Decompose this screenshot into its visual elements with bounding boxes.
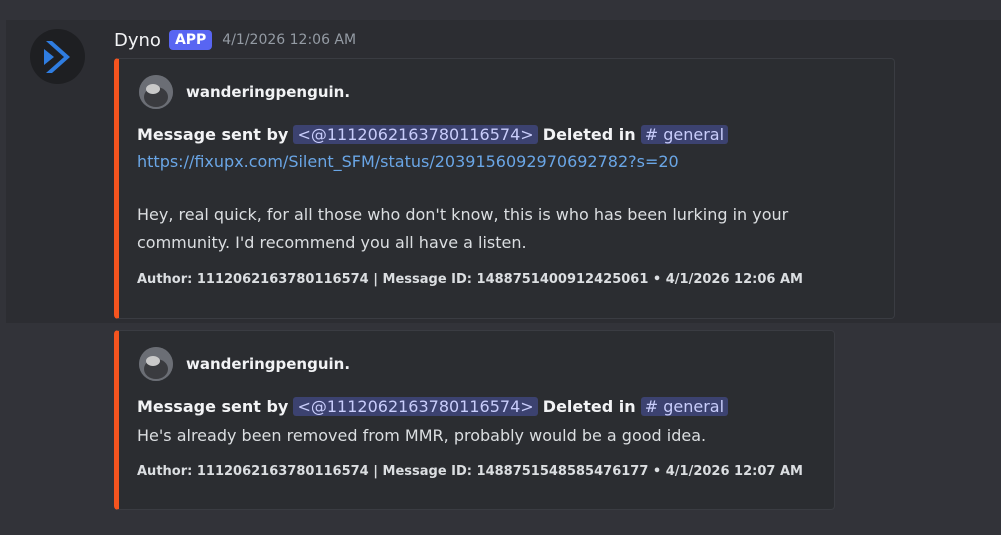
avatar[interactable] [30, 29, 85, 84]
embed-author-name[interactable]: wanderingpenguin. [186, 355, 350, 373]
embed-footer: Author: 1112062163780116574 | Message ID… [137, 272, 803, 287]
top-strip [0, 0, 1001, 20]
message-timestamp[interactable]: 4/1/2026 12:06 AM [222, 32, 356, 48]
log-embed: wanderingpenguin. Message sent by <@1112… [114, 58, 895, 319]
embed-author: wanderingpenguin. [139, 75, 350, 109]
embed-footer: Author: 1112062163780116574 | Message ID… [137, 464, 803, 479]
penguin-avatar-icon [139, 75, 173, 109]
dyno-logo-icon [43, 40, 70, 73]
embed-author-avatar[interactable] [139, 75, 173, 109]
embed-author-name[interactable]: wanderingpenguin. [186, 83, 350, 101]
sent-by-label: Message sent by [137, 397, 289, 416]
app-badge: APP [168, 30, 213, 50]
user-mention[interactable]: <@1112062163780116574> [293, 125, 538, 144]
deleted-in-label: Deleted in [542, 125, 636, 144]
channel-mention[interactable]: # general [640, 125, 729, 144]
author-name[interactable]: Dyno [114, 30, 161, 51]
message-link[interactable]: https://fixupx.com/Silent_SFM/status/203… [137, 152, 679, 171]
embed-author-avatar[interactable] [139, 347, 173, 381]
embed-description-header: Message sent by <@1112062163780116574> D… [137, 125, 729, 144]
message-body-line: He's already been removed from MMR, prob… [137, 426, 707, 445]
embed-description-header: Message sent by <@1112062163780116574> D… [137, 397, 729, 416]
penguin-avatar-icon [139, 347, 173, 381]
sent-by-label: Message sent by [137, 125, 289, 144]
deleted-in-label: Deleted in [542, 397, 636, 416]
message-body-line: community. I'd recommend you all have a … [137, 233, 527, 252]
embed-author: wanderingpenguin. [139, 347, 350, 381]
channel-mention[interactable]: # general [640, 397, 729, 416]
message-header: Dyno APP 4/1/2026 12:06 AM [114, 26, 356, 54]
message-body-line: Hey, real quick, for all those who don't… [137, 205, 789, 224]
user-mention[interactable]: <@1112062163780116574> [293, 397, 538, 416]
log-embed: wanderingpenguin. Message sent by <@1112… [114, 330, 835, 510]
